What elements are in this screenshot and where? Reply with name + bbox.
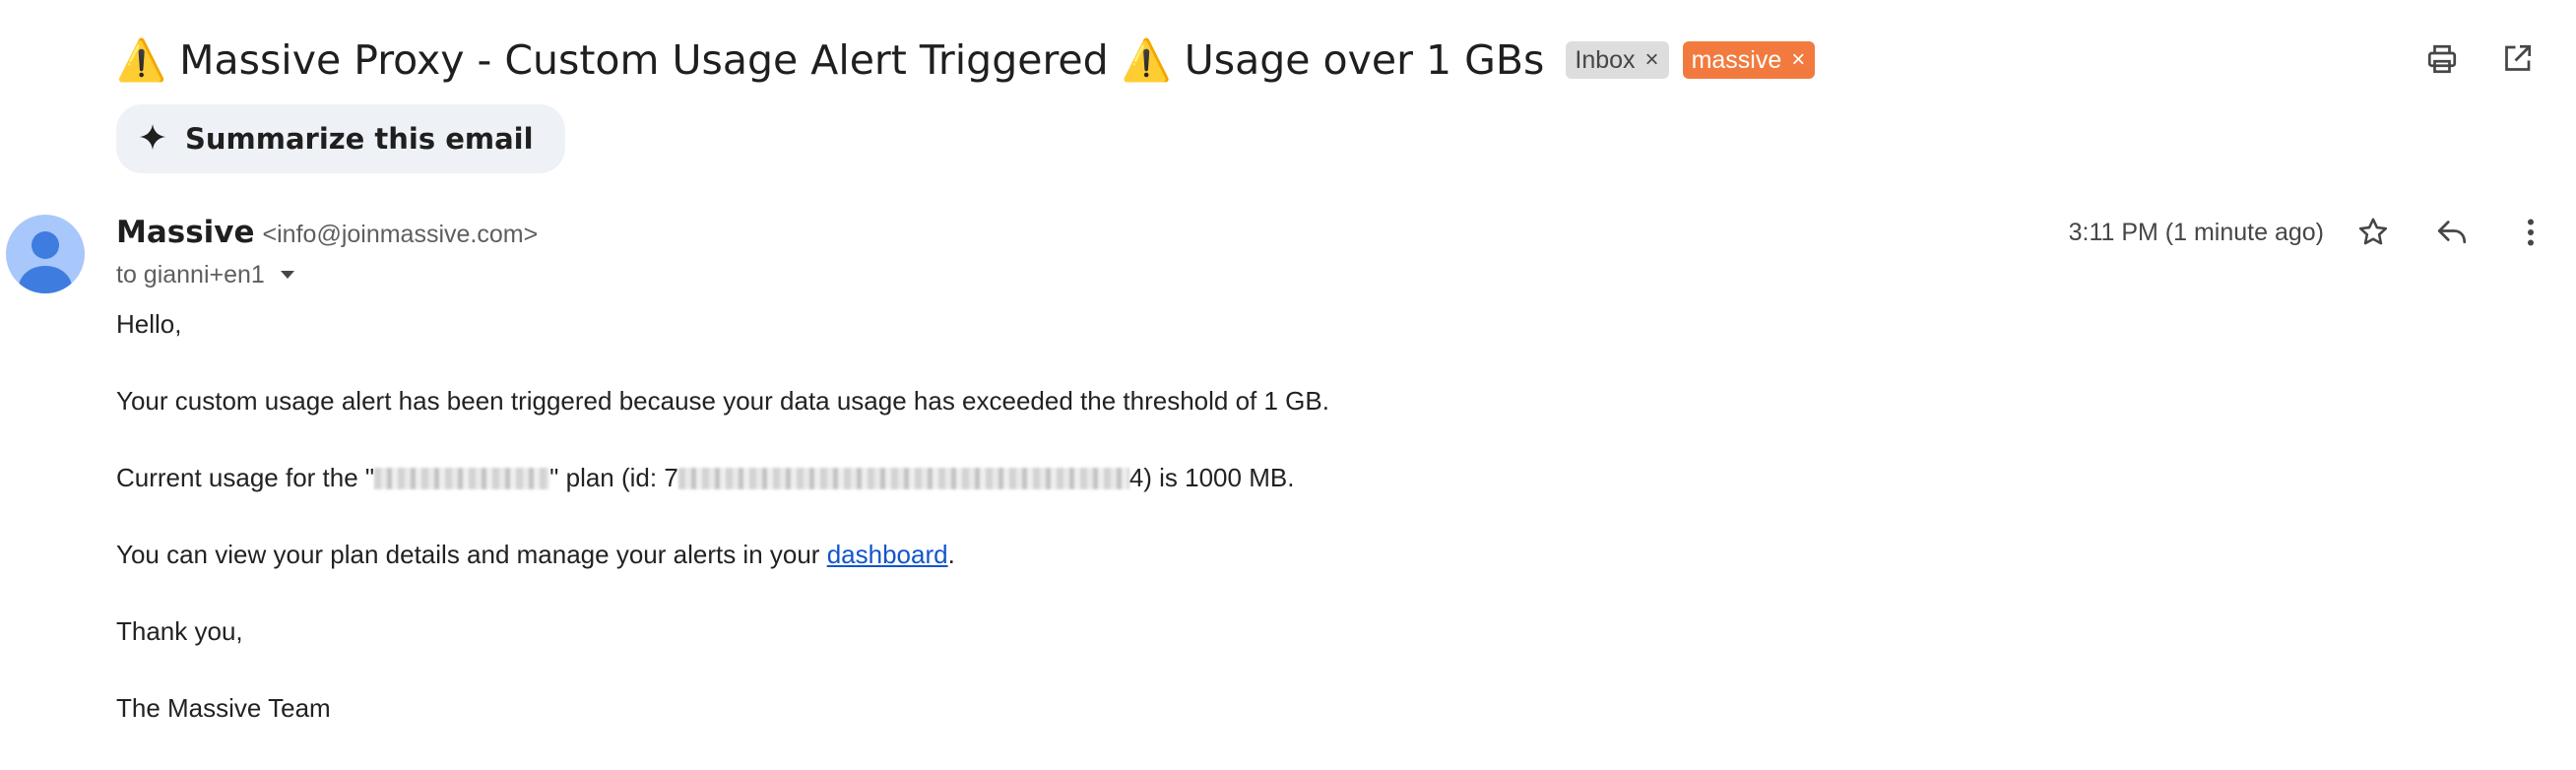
- email-body: Hello, Your custom usage alert has been …: [116, 307, 1329, 768]
- subject-row: ⚠️ Massive Proxy - Custom Usage Alert Tr…: [116, 28, 1816, 93]
- sender-name[interactable]: Massive: [116, 215, 255, 250]
- body-line-dashboard: You can view your plan details and manag…: [116, 538, 1329, 571]
- label-chip-massive[interactable]: massive ×: [1682, 41, 1816, 79]
- dashboard-link[interactable]: dashboard: [827, 540, 948, 569]
- label-chip-massive-text: massive: [1691, 45, 1782, 74]
- top-actions: [2420, 37, 2539, 81]
- summarize-email-button[interactable]: Summarize this email: [116, 104, 565, 173]
- body-line-usage-part3: 4) is 1000 MB.: [1128, 463, 1295, 492]
- recipient-line: to gianni+en1: [116, 258, 296, 291]
- body-line-usage-part2: " plan (id: 7: [549, 463, 678, 492]
- body-closing: Thank you,: [116, 616, 243, 646]
- sender-email: <info@joinmassive.com>: [262, 221, 539, 248]
- label-chip-inbox-text: Inbox: [1575, 45, 1636, 74]
- sender-line: Massive <info@joinmassive.com>: [116, 215, 538, 254]
- email-subject: ⚠️ Massive Proxy - Custom Usage Alert Tr…: [116, 35, 1545, 84]
- close-icon[interactable]: ×: [1645, 48, 1659, 72]
- redacted-plan-id: [677, 468, 1129, 489]
- person-icon: [19, 231, 72, 293]
- body-line-threshold: Your custom usage alert has been trigger…: [116, 386, 1329, 416]
- close-icon[interactable]: ×: [1791, 48, 1805, 72]
- body-line-dashboard-part1: You can view your plan details and manag…: [116, 540, 827, 569]
- avatar[interactable]: [6, 215, 85, 293]
- body-line-usage: Current usage for the " " plan (id: 7 4) i…: [116, 461, 1329, 494]
- recipient-text: to gianni+en1: [116, 260, 265, 289]
- summarize-email-label: Summarize this email: [185, 122, 534, 156]
- redacted-plan-name: [374, 468, 550, 489]
- star-icon[interactable]: [2351, 211, 2395, 254]
- message-meta: 3:11 PM (1 minute ago): [2069, 211, 2552, 254]
- sparkle-icon: [138, 122, 167, 157]
- body-line-usage-part1: Current usage for the ": [116, 463, 375, 492]
- more-vert-icon[interactable]: [2509, 211, 2552, 254]
- print-icon[interactable]: [2420, 37, 2464, 81]
- open-in-new-window-icon[interactable]: [2495, 37, 2539, 81]
- body-signature: The Massive Team: [116, 693, 331, 723]
- body-line-dashboard-part2: .: [947, 540, 955, 569]
- timestamp: 3:11 PM (1 minute ago): [2068, 218, 2324, 246]
- caret-down-icon[interactable]: [279, 269, 296, 281]
- label-chip-inbox[interactable]: Inbox ×: [1566, 41, 1669, 79]
- reply-icon[interactable]: [2430, 211, 2474, 254]
- body-greeting: Hello,: [116, 309, 182, 339]
